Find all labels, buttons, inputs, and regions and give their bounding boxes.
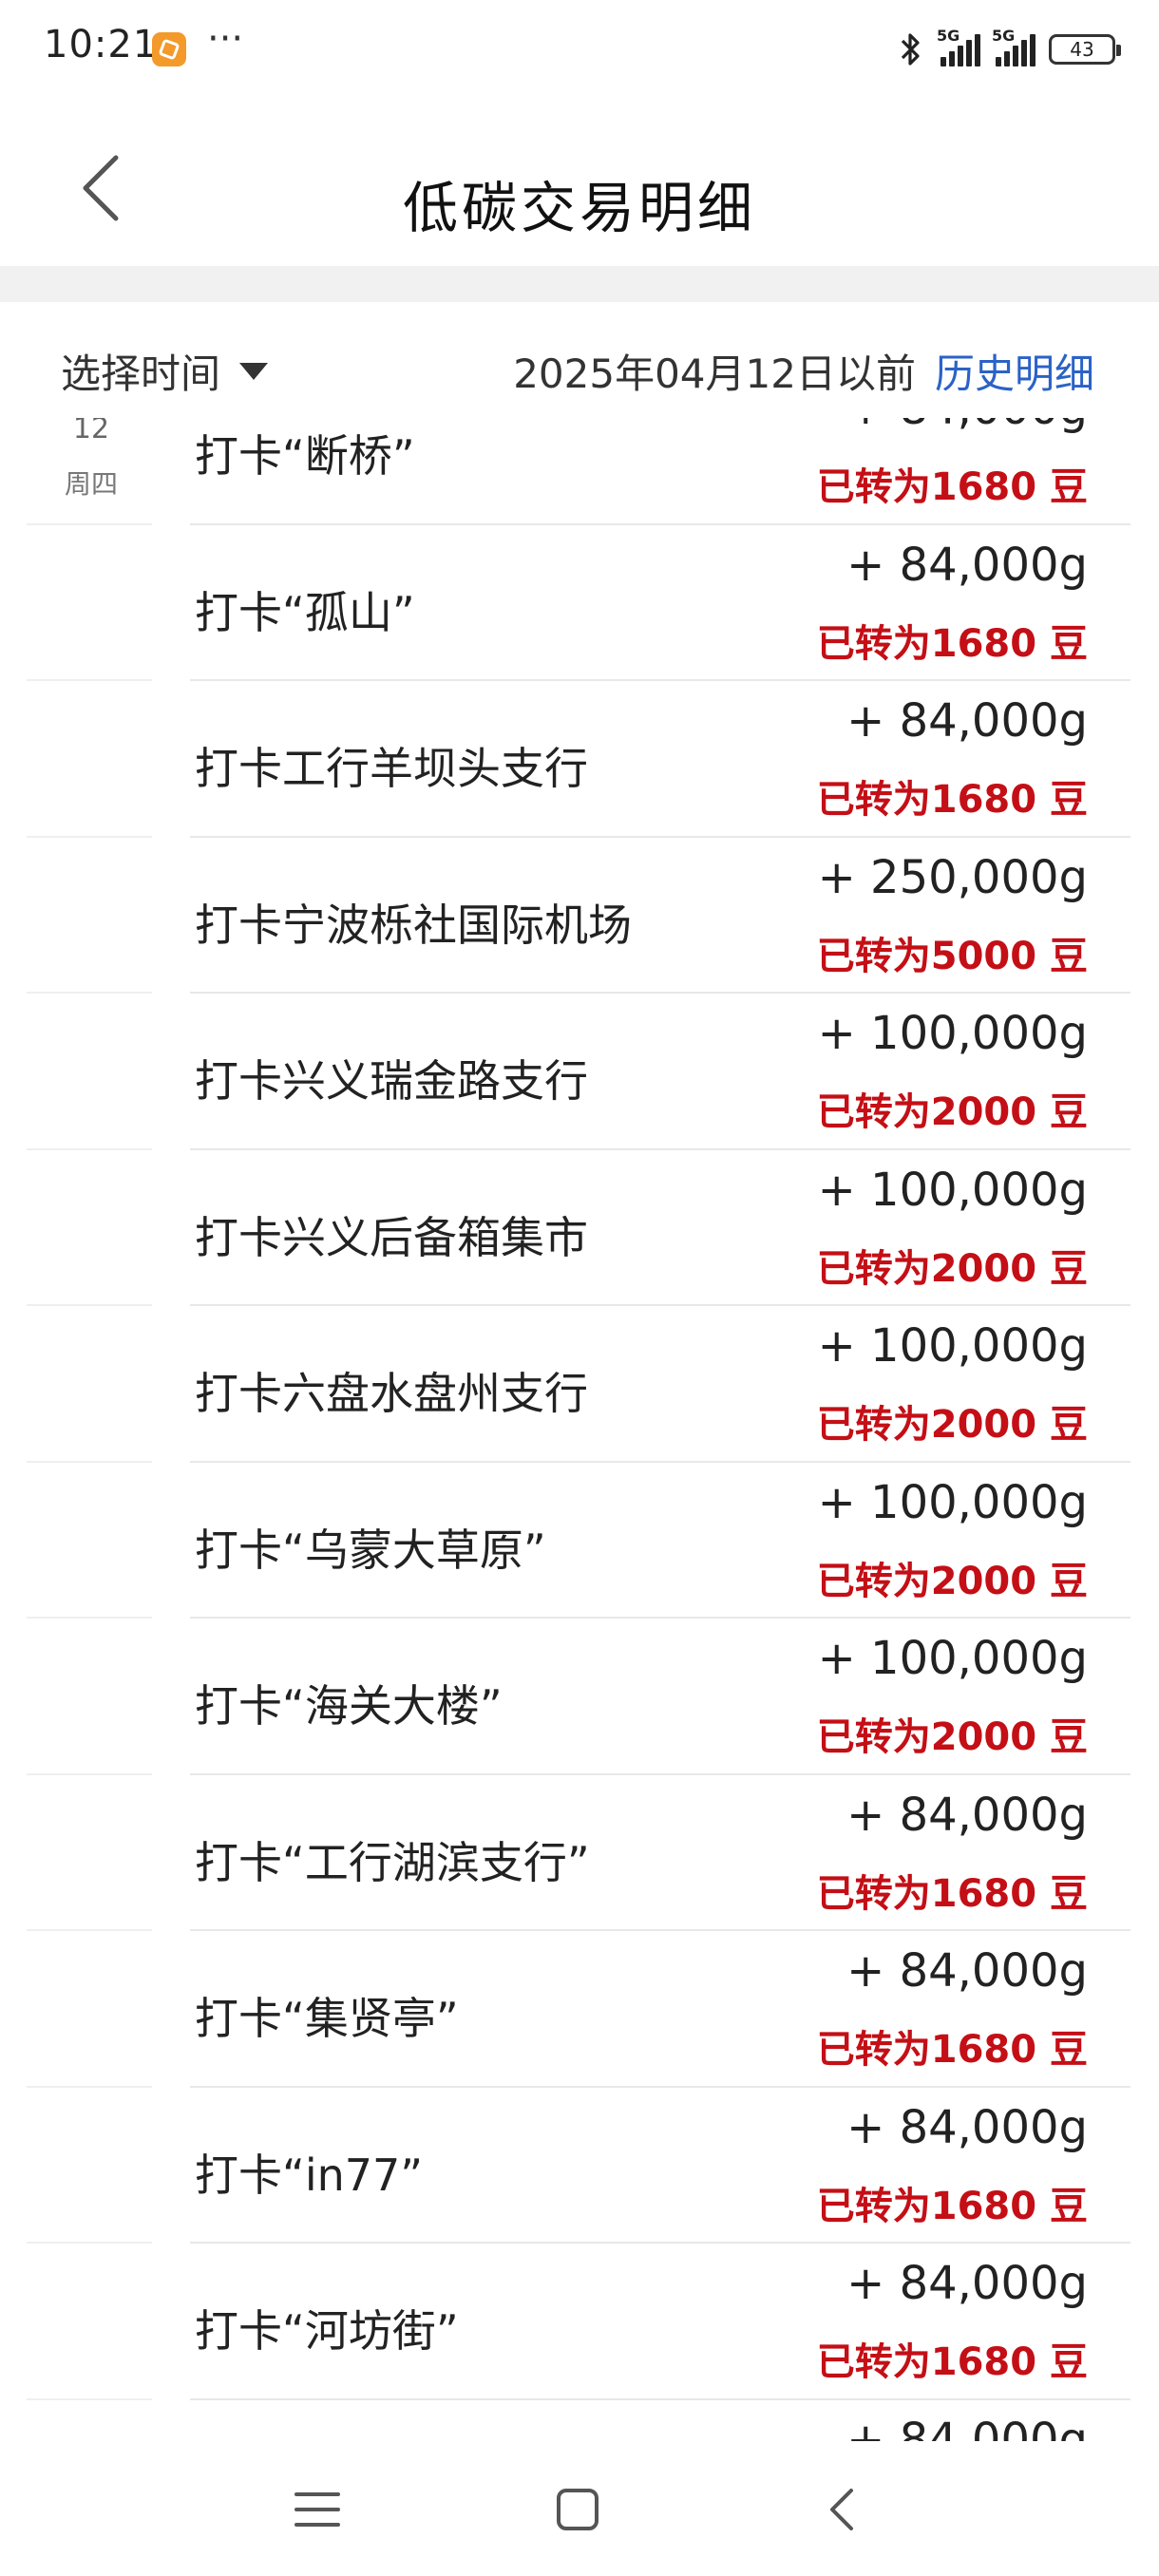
transaction-row[interactable]: 打卡“工行湖滨支行” + 84,000g 已转为1680 豆: [0, 1775, 1159, 1931]
transaction-list[interactable]: 12周四打卡“断桥”+ 84,000g已转为1680 豆打卡“孤山”+ 84,0…: [0, 418, 1159, 2441]
transaction-amount: + 100,000g: [817, 1632, 1088, 1685]
transaction-amount: + 84,000g: [846, 2413, 1088, 2442]
conversion-status: 已转为1680 豆: [816, 465, 1088, 509]
conversion-status: 已转为1680 豆: [816, 778, 1088, 822]
transaction-amount: + 84,000g: [846, 418, 1088, 435]
transaction-amount: + 100,000g: [817, 1475, 1088, 1529]
transaction-row[interactable]: + 84,000g: [0, 2400, 1159, 2442]
status-indicators: 5G 5G 43: [897, 27, 1121, 70]
transaction-amount: + 84,000g: [846, 1944, 1088, 1998]
conversion-status: 已转为1680 豆: [816, 2028, 1088, 2072]
signal-strength-icon: 5G: [937, 27, 980, 66]
system-nav-bar: [0, 2441, 1159, 2576]
nav-back-icon[interactable]: [817, 2483, 870, 2536]
conversion-status: 已转为2000 豆: [816, 1715, 1088, 1759]
conversion-status: 已转为2000 豆: [816, 1559, 1088, 1603]
transaction-amount: + 100,000g: [817, 1319, 1088, 1373]
transaction-title: 打卡“工行湖滨支行”: [195, 1836, 590, 1888]
page-header: 低碳交易明细: [0, 95, 1159, 266]
transaction-title: 打卡宁波栎社国际机场: [195, 899, 632, 951]
transaction-row[interactable]: 打卡“海关大楼” + 100,000g 已转为2000 豆: [0, 1619, 1159, 1775]
page-title: 低碳交易明细: [402, 176, 756, 240]
signal-strength-icon-2: 5G: [992, 27, 1036, 66]
date-day: 12: [72, 418, 110, 445]
transaction-amount: + 100,000g: [817, 1007, 1088, 1060]
conversion-status: 已转为1680 豆: [816, 621, 1088, 666]
transaction-row[interactable]: 打卡“孤山” + 84,000g 已转为1680 豆: [0, 525, 1159, 681]
transaction-amount: + 84,000g: [846, 1788, 1088, 1842]
conversion-status: 已转为1680 豆: [816, 2340, 1088, 2384]
transaction-row[interactable]: 打卡兴义瑞金路支行 + 100,000g 已转为2000 豆: [0, 994, 1159, 1150]
nav-home-icon[interactable]: [551, 2483, 604, 2536]
transaction-amount: + 84,000g: [846, 2257, 1088, 2310]
transaction-title: 打卡“河坊街”: [195, 2305, 459, 2357]
history-detail-link[interactable]: 历史明细: [935, 342, 1094, 400]
transaction-amount: + 250,000g: [817, 850, 1088, 904]
dropdown-triangle-icon: [239, 362, 269, 380]
transaction-rows: 12周四打卡“断桥”+ 84,000g已转为1680 豆打卡“孤山”+ 84,0…: [0, 418, 1159, 2441]
transaction-title: 打卡“断桥”: [195, 430, 415, 482]
transaction-title: 打卡“孤山”: [195, 586, 415, 638]
status-bar: 10:21 ··· 5G 5G 43: [0, 0, 1159, 95]
date-weekday: 周四: [64, 468, 118, 500]
transaction-row[interactable]: 打卡“河坊街” + 84,000g 已转为1680 豆: [0, 2244, 1159, 2400]
section-divider: [0, 266, 1159, 302]
transaction-row[interactable]: 打卡兴义后备箱集市 + 100,000g 已转为2000 豆: [0, 1150, 1159, 1306]
transaction-title: 打卡“海关大楼”: [195, 1680, 503, 1732]
conversion-status: 已转为5000 豆: [816, 934, 1088, 978]
select-time-label: 选择时间: [61, 350, 221, 397]
transaction-row[interactable]: 打卡“集贤亭” + 84,000g 已转为1680 豆: [0, 1931, 1159, 2088]
transaction-row[interactable]: 打卡工行羊坝头支行 + 84,000g 已转为1680 豆: [0, 681, 1159, 838]
transaction-amount: + 84,000g: [846, 538, 1088, 592]
transaction-title: 打卡“乌蒙大草原”: [195, 1524, 546, 1576]
select-time-dropdown[interactable]: 选择时间: [61, 342, 269, 400]
transaction-row[interactable]: 打卡宁波栎社国际机场 + 250,000g 已转为5000 豆: [0, 838, 1159, 994]
conversion-status: 已转为1680 豆: [816, 2184, 1088, 2228]
conversion-status: 已转为1680 豆: [816, 1871, 1088, 1916]
nav-menu-icon[interactable]: [291, 2483, 344, 2536]
transaction-title: 打卡工行羊坝头支行: [195, 743, 588, 794]
app-notification-icon: [152, 32, 186, 66]
transaction-row[interactable]: 打卡“乌蒙大草原” + 100,000g 已转为2000 豆: [0, 1463, 1159, 1619]
transaction-row[interactable]: 打卡六盘水盘州支行 + 100,000g 已转为2000 豆: [0, 1306, 1159, 1463]
transaction-title: 打卡“in77”: [195, 2149, 424, 2201]
bluetooth-icon: [901, 33, 920, 66]
date-range-text: 2025年04月12日以前: [513, 350, 916, 397]
transaction-title: 打卡“集贤亭”: [195, 1993, 459, 2044]
transaction-row[interactable]: 打卡“in77” + 84,000g 已转为1680 豆: [0, 2088, 1159, 2244]
status-time: 10:21: [44, 23, 159, 66]
conversion-status: 已转为2000 豆: [816, 1090, 1088, 1134]
filter-right: 2025年04月12日以前 历史明细: [513, 342, 1094, 400]
conversion-status: 已转为2000 豆: [816, 1246, 1088, 1291]
transaction-title: 打卡兴义后备箱集市: [195, 1211, 588, 1263]
battery-level: 43: [1070, 38, 1094, 61]
transaction-title: 打卡兴义瑞金路支行: [195, 1055, 588, 1107]
filter-bar: 选择时间 2025年04月12日以前 历史明细: [0, 302, 1159, 435]
transaction-title: 打卡六盘水盘州支行: [195, 1368, 588, 1419]
more-notifications-icon: ···: [207, 17, 244, 61]
transaction-amount: + 84,000g: [846, 694, 1088, 748]
battery-icon: 43: [1049, 34, 1121, 65]
conversion-status: 已转为2000 豆: [816, 1403, 1088, 1447]
transaction-amount: + 100,000g: [817, 1163, 1088, 1217]
transaction-row[interactable]: 12 周四 打卡“断桥” + 84,000g 已转为1680 豆: [0, 418, 1159, 525]
transaction-amount: + 84,000g: [846, 2100, 1088, 2154]
